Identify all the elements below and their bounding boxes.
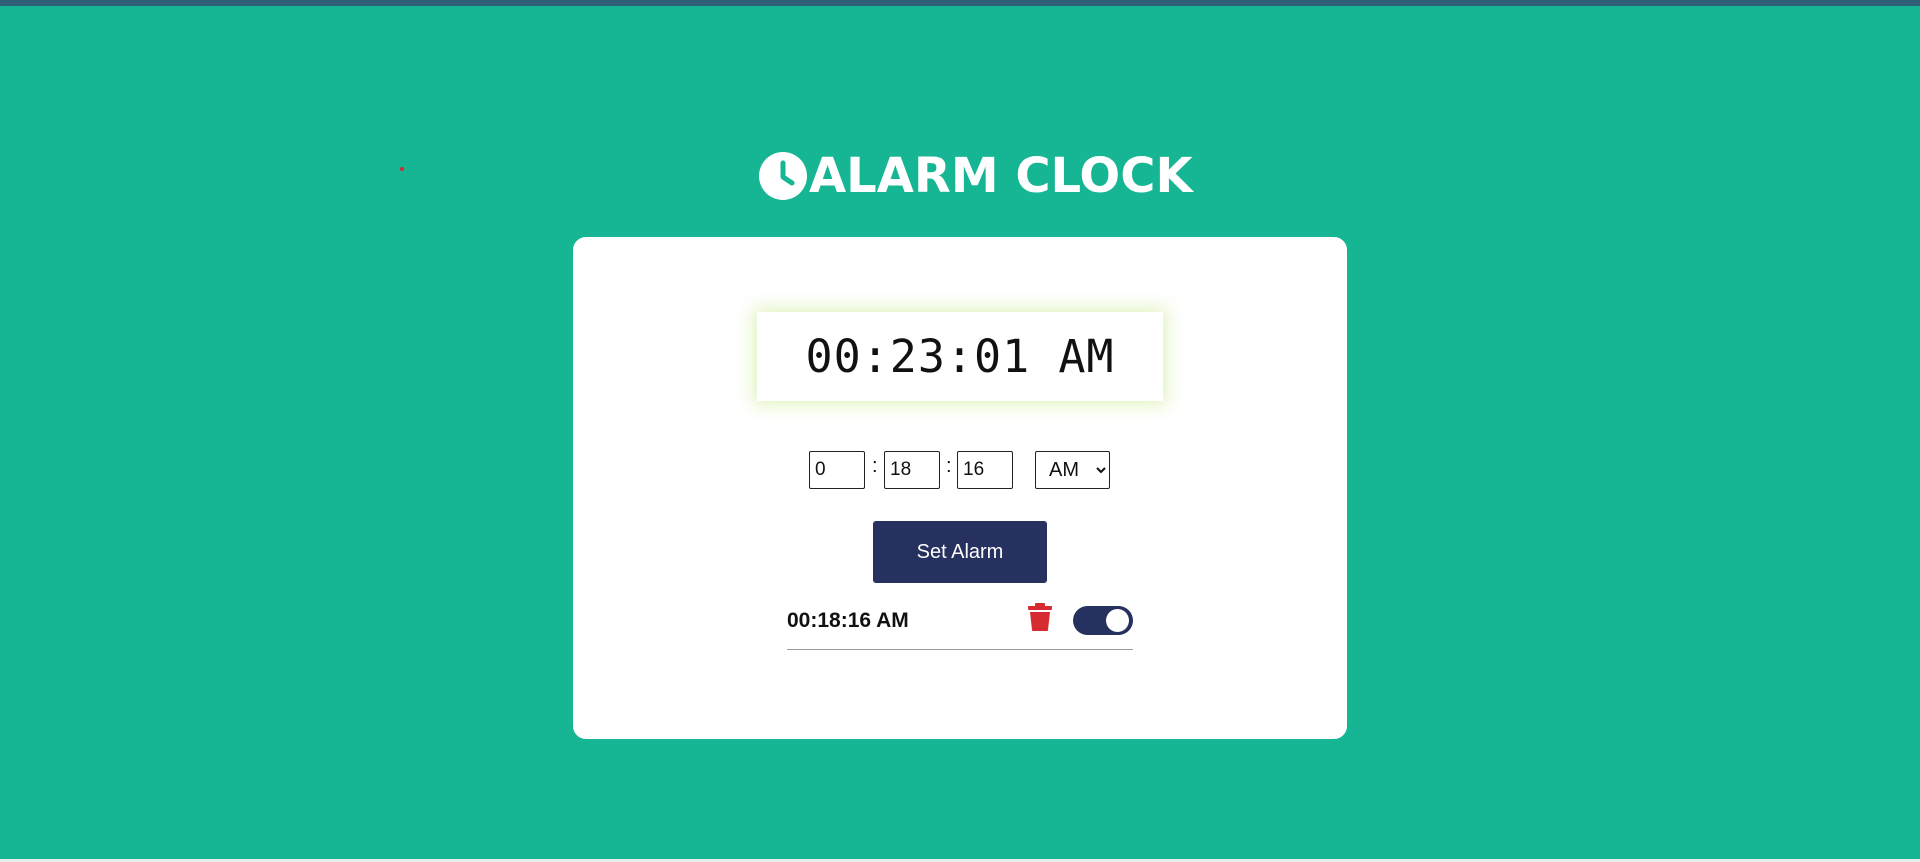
second-input[interactable]: [957, 451, 1013, 489]
page-title-text: ALARM CLOCK: [809, 148, 1193, 204]
minute-input[interactable]: [884, 451, 940, 489]
top-strip: [0, 0, 1920, 6]
clock-icon: [759, 152, 807, 200]
current-time-display: 00:23:01 AM: [757, 312, 1163, 401]
alarm-toggle[interactable]: [1073, 606, 1133, 635]
period-select[interactable]: AM PM: [1035, 451, 1110, 489]
set-alarm-button[interactable]: Set Alarm: [873, 521, 1047, 583]
alarm-time: 00:18:16 AM: [787, 609, 909, 632]
page-title: ALARM CLOCK: [759, 147, 1193, 205]
time-separator: :: [872, 455, 878, 477]
hour-input[interactable]: [809, 451, 865, 489]
toggle-knob: [1106, 609, 1129, 632]
decorative-dot: [400, 167, 404, 171]
alarm-list-item: 00:18:16 AM: [787, 603, 1133, 650]
trash-icon[interactable]: [1028, 603, 1052, 631]
time-separator: :: [946, 455, 952, 477]
alarm-card: 00:23:01 AM : : AM PM Set Alarm 00:18:16…: [573, 237, 1347, 739]
